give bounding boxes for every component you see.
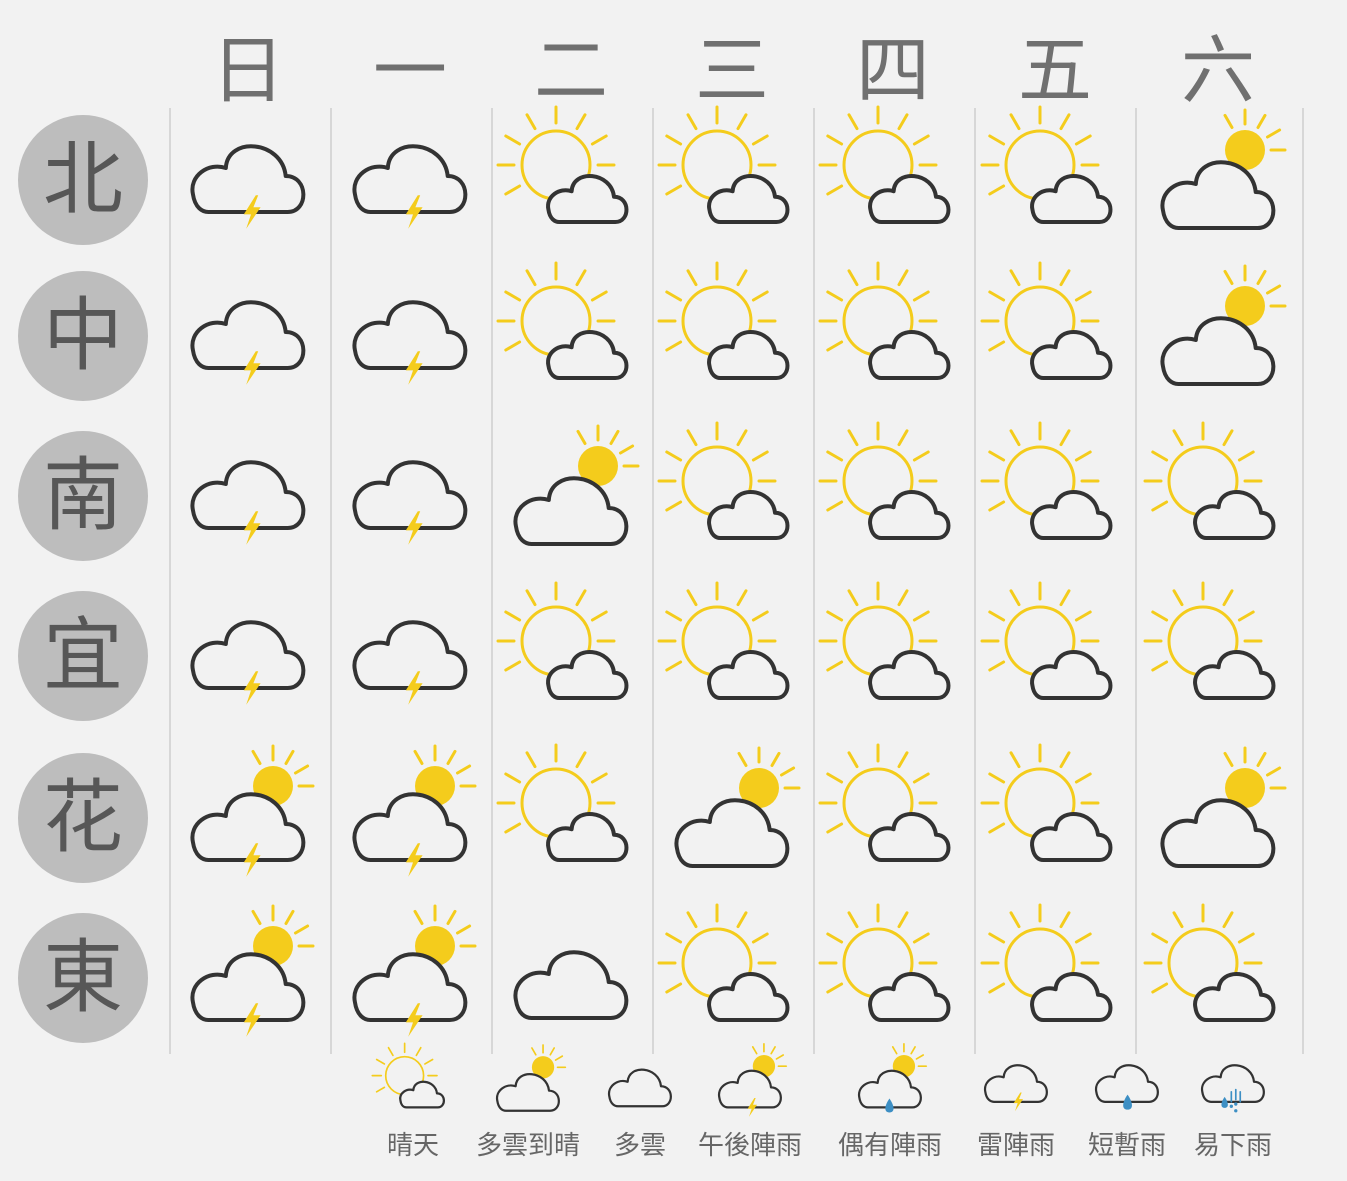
sunny-cloudy-icon (980, 581, 1130, 726)
column-divider (974, 108, 976, 1054)
afternoon-showers-icon (335, 744, 485, 888)
cloudy-clearing-icon (657, 746, 807, 888)
sunny-cloudy-icon (818, 105, 968, 250)
sunny-cloudy-icon (980, 261, 1130, 406)
sunny-cloudy-icon (980, 903, 1130, 1048)
sunny-cloudy-icon (818, 581, 968, 726)
sunny-cloudy-icon (657, 261, 807, 406)
region-badge: 南 (18, 431, 148, 561)
day-header: 二 (534, 28, 608, 114)
region-badge: 宜 (18, 591, 148, 721)
sunny-cloudy-icon (980, 105, 1130, 250)
thundershower-icon (335, 110, 485, 250)
day-header: 五 (1018, 28, 1092, 114)
day-header: 一 (373, 28, 447, 114)
thundershower-icon (173, 586, 323, 726)
sunny-cloudy-icon (496, 105, 646, 250)
sunny-cloudy-icon (657, 903, 807, 1048)
brief-rain-icon (1085, 1045, 1169, 1123)
sunny-cloudy-icon (818, 903, 968, 1048)
thundershower-icon (335, 266, 485, 406)
column-divider (652, 108, 654, 1054)
region-badge: 北 (18, 115, 148, 245)
sunny-cloudy-icon (818, 261, 968, 406)
sunny-cloudy-icon (496, 743, 646, 888)
afternoon-showers-icon (173, 744, 323, 888)
rain-prone-icon (1191, 1045, 1275, 1123)
sunny-cloudy-icon (1143, 903, 1293, 1048)
legend-item: 易下雨 (1163, 1045, 1303, 1162)
region-badge: 東 (18, 913, 148, 1043)
afternoon-showers-icon (173, 904, 323, 1048)
thundershower-icon (974, 1045, 1058, 1123)
day-header: 四 (856, 28, 930, 114)
legend-label: 午後陣雨 (697, 1131, 802, 1161)
column-divider (491, 108, 493, 1054)
legend-label: 易下雨 (1193, 1131, 1272, 1161)
sunny-cloudy-icon (657, 581, 807, 726)
column-divider (813, 108, 815, 1054)
thundershower-icon (335, 586, 485, 726)
legend-item: 偶有陣雨 (820, 1043, 960, 1162)
sunny-cloudy-icon (496, 581, 646, 726)
cloudy-clearing-icon (1143, 264, 1293, 406)
cloudy-clearing-icon (1143, 108, 1293, 250)
sunny-cloudy-icon (1143, 581, 1293, 726)
day-header: 日 (211, 28, 285, 114)
occasional-showers-icon (848, 1043, 932, 1123)
sunny-cloudy-icon (496, 261, 646, 406)
legend-item: 午後陣雨 (680, 1043, 820, 1162)
column-divider (1135, 108, 1137, 1054)
cloudy-icon (598, 1045, 682, 1123)
region-badge: 花 (18, 753, 148, 883)
sunny-cloudy-icon (1143, 421, 1293, 566)
column-divider (330, 108, 332, 1054)
thundershower-icon (173, 266, 323, 406)
day-header: 六 (1181, 28, 1255, 114)
cloudy-clearing-icon (496, 424, 646, 566)
cloudy-clearing-icon (486, 1044, 570, 1123)
sunny-cloudy-icon (657, 105, 807, 250)
sunny-cloudy-icon (371, 1042, 455, 1123)
cloudy-icon (496, 908, 646, 1048)
sunny-cloudy-icon (980, 743, 1130, 888)
afternoon-showers-icon (708, 1043, 792, 1123)
sunny-cloudy-icon (980, 421, 1130, 566)
region-badge: 中 (18, 271, 148, 401)
thundershower-icon (173, 110, 323, 250)
day-header: 三 (695, 28, 769, 114)
column-divider (169, 108, 171, 1054)
thundershower-icon (335, 426, 485, 566)
afternoon-showers-icon (335, 904, 485, 1048)
sunny-cloudy-icon (818, 421, 968, 566)
sunny-cloudy-icon (818, 743, 968, 888)
column-divider (1302, 108, 1304, 1054)
cloudy-clearing-icon (1143, 746, 1293, 888)
sunny-cloudy-icon (657, 421, 807, 566)
thundershower-icon (173, 426, 323, 566)
legend-label: 偶有陣雨 (837, 1131, 942, 1161)
